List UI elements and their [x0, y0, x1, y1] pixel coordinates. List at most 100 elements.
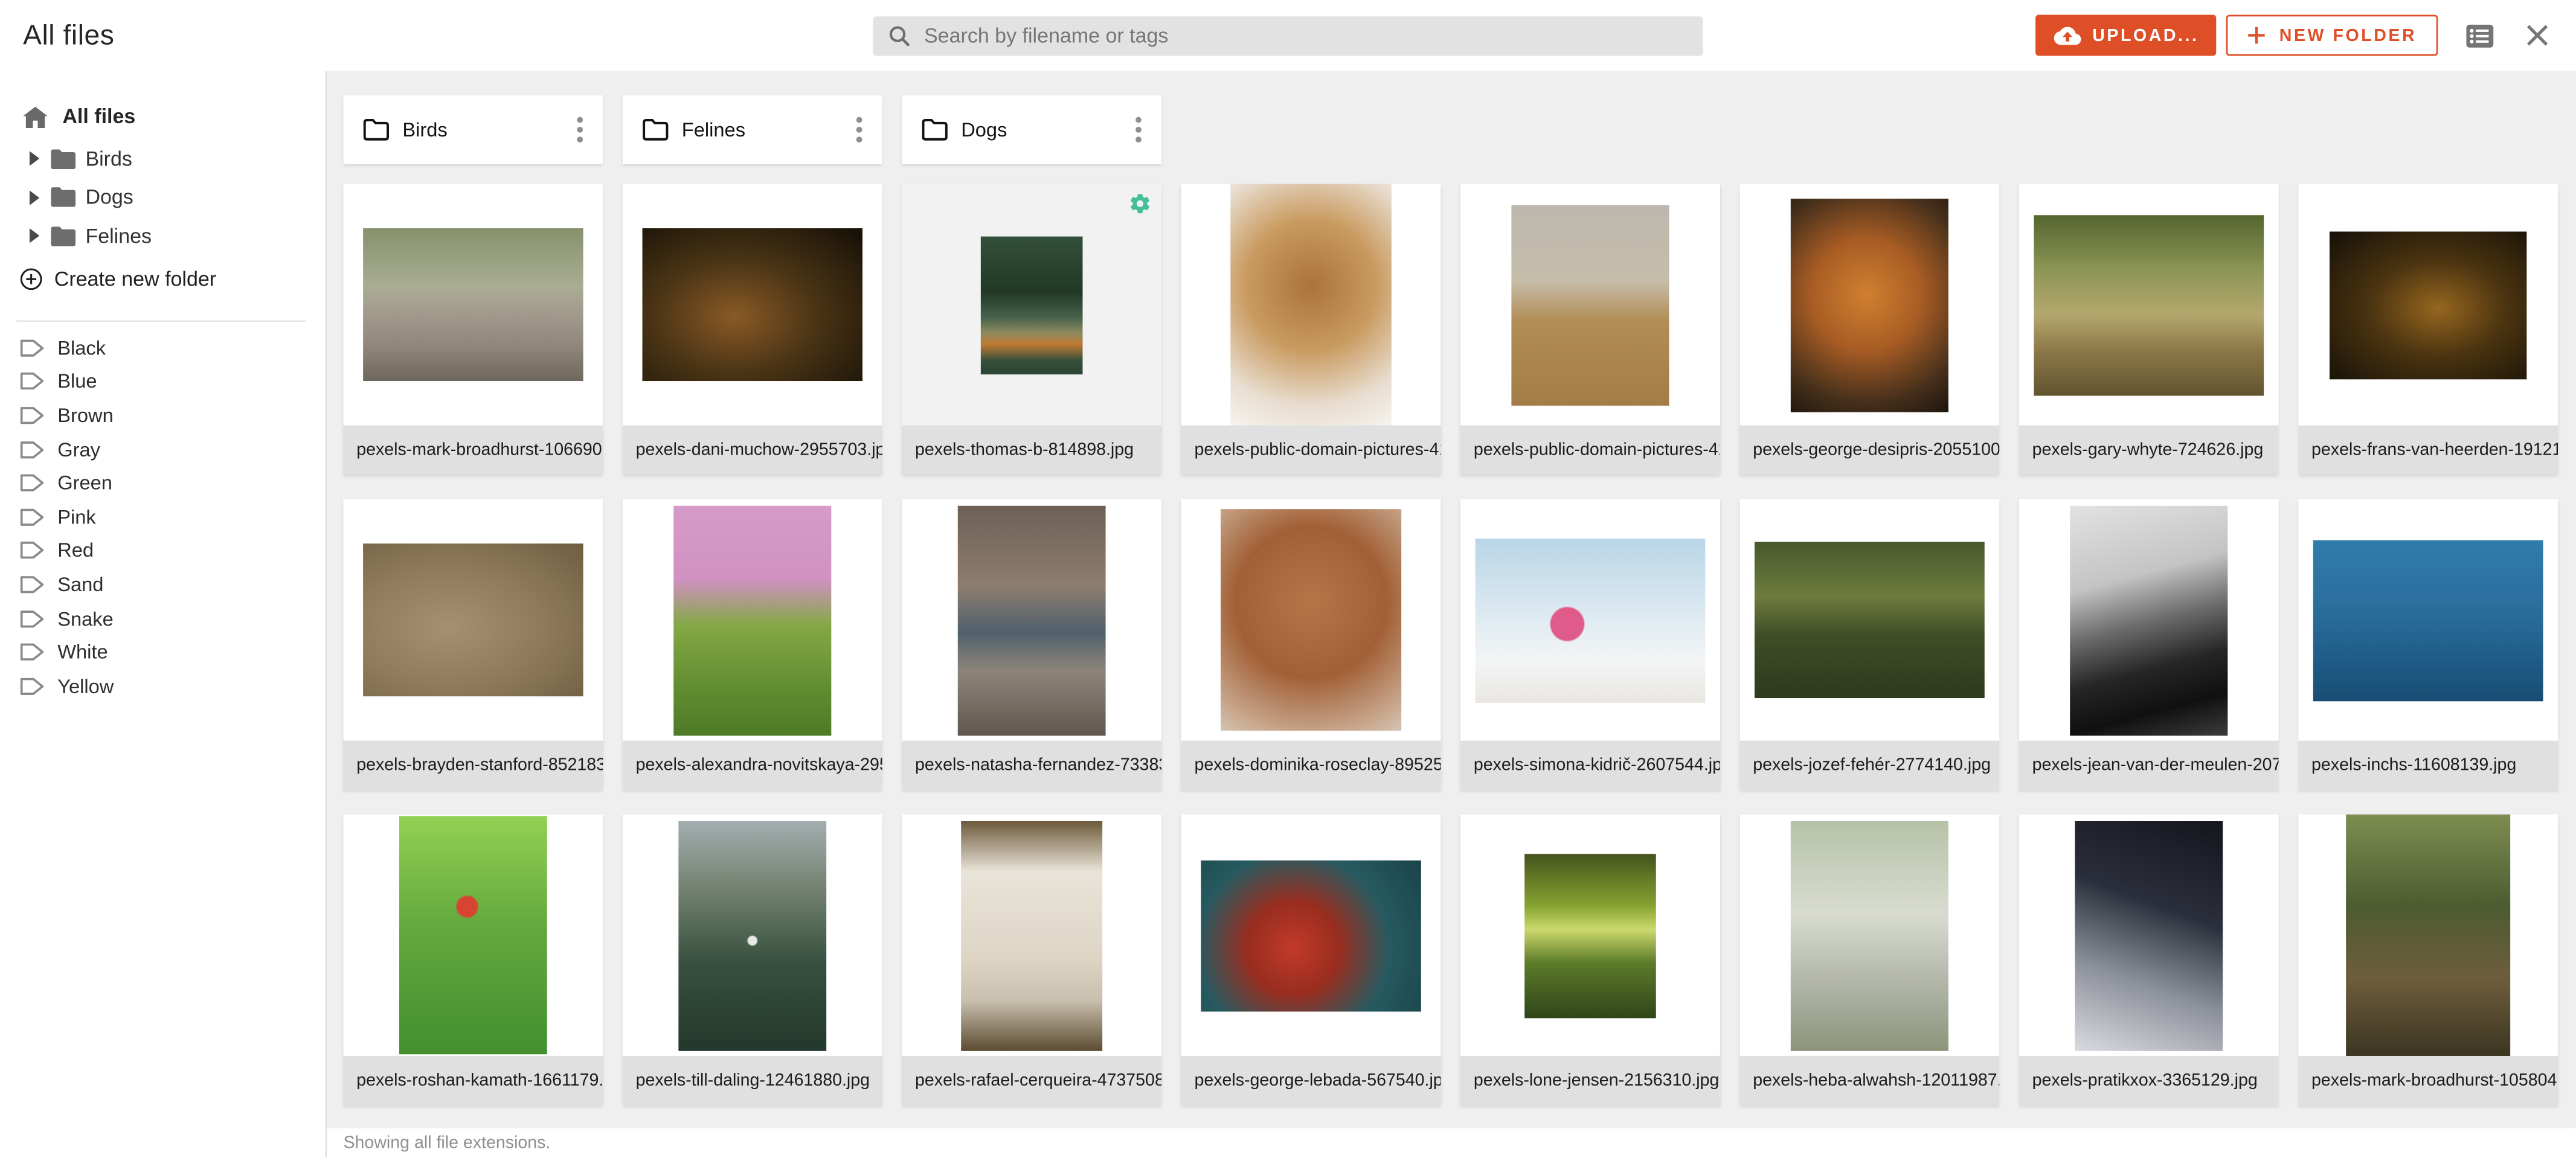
file-thumbnail-area: [902, 814, 1161, 1056]
file-thumbnail: [643, 228, 862, 381]
file-name: pexels-brayden-stanford-8521834....: [356, 741, 589, 790]
file-card[interactable]: pexels-dominika-roseclay-895259....: [1181, 499, 1441, 790]
tag-icon: [20, 676, 45, 696]
chevron-right-icon[interactable]: [30, 152, 39, 166]
file-card[interactable]: pexels-till-daling-12461880.jpg: [623, 814, 882, 1105]
folder-chip-label: Birds: [402, 118, 573, 141]
sidebar-folder-felines[interactable]: Felines: [0, 217, 326, 255]
folder-icon: [51, 149, 75, 169]
file-name: pexels-public-domain-pictures-41...: [1474, 425, 1707, 475]
file-card[interactable]: pexels-frans-van-heerden-191217...: [2298, 184, 2558, 475]
file-name: pexels-till-daling-12461880.jpg: [636, 1056, 869, 1105]
tag-label: Yellow: [57, 674, 114, 697]
upload-button[interactable]: UPLOAD...: [2035, 14, 2217, 56]
file-name-bar: pexels-thomas-b-814898.jpg: [902, 425, 1161, 475]
file-card[interactable]: pexels-jean-van-der-meulen-2078...: [2019, 499, 2279, 790]
file-thumbnail-area: [343, 184, 603, 426]
sidebar-tag-item[interactable]: White: [0, 635, 326, 669]
file-card[interactable]: pexels-alexandra-novitskaya-2951...: [623, 499, 882, 790]
search-bar[interactable]: [873, 16, 1703, 56]
file-card[interactable]: pexels-public-domain-pictures-41...: [1460, 184, 1720, 475]
kebab-menu-icon[interactable]: [1132, 114, 1145, 146]
file-card[interactable]: pexels-george-lebada-567540.jpg: [1181, 814, 1441, 1105]
file-card[interactable]: pexels-public-domain-pictures-41...: [1181, 184, 1441, 475]
sidebar-tag-item[interactable]: Black: [0, 331, 326, 365]
list-view-button[interactable]: [2466, 24, 2494, 46]
folder-label: Birds: [85, 147, 132, 170]
tag-icon: [20, 575, 45, 595]
sidebar-tag-item[interactable]: Brown: [0, 398, 326, 432]
file-manager-window: All files UPLOAD... NEW FOLDER: [0, 0, 2576, 1158]
file-card[interactable]: pexels-dani-muchow-2955703.jpg: [623, 184, 882, 475]
file-name: pexels-roshan-kamath-1661179.jpg: [356, 1056, 589, 1105]
sidebar-item-all-files[interactable]: All files: [0, 100, 326, 133]
file-card[interactable]: pexels-george-desipris-2055100.jpg: [1739, 184, 1999, 475]
file-card[interactable]: pexels-brayden-stanford-8521834....: [343, 499, 603, 790]
folder-chip-dogs[interactable]: Dogs: [902, 95, 1161, 164]
file-name: pexels-frans-van-heerden-191217...: [2311, 425, 2545, 475]
folder-chip-felines[interactable]: Felines: [623, 95, 882, 164]
new-folder-button[interactable]: NEW FOLDER: [2227, 14, 2438, 56]
sidebar-tag-item[interactable]: Pink: [0, 500, 326, 534]
file-thumbnail: [1476, 538, 1706, 702]
file-name: pexels-dominika-roseclay-895259....: [1194, 741, 1427, 790]
file-name: pexels-heba-alwahsh-12011987.jpg: [1753, 1056, 1986, 1105]
file-name-bar: pexels-public-domain-pictures-41...: [1181, 425, 1441, 475]
sidebar-tag-item[interactable]: Yellow: [0, 669, 326, 703]
file-card[interactable]: pexels-thomas-b-814898.jpg: [902, 184, 1161, 475]
file-thumbnail-area: [2298, 499, 2558, 741]
file-card[interactable]: pexels-gary-whyte-724626.jpg: [2019, 184, 2279, 475]
file-card[interactable]: pexels-roshan-kamath-1661179.jpg: [343, 814, 603, 1105]
file-card[interactable]: pexels-heba-alwahsh-12011987.jpg: [1739, 814, 1999, 1105]
folder-chip-birds[interactable]: Birds: [343, 95, 603, 164]
folder-chip-label: Dogs: [961, 118, 1132, 141]
file-card[interactable]: pexels-simona-kidrič-2607544.jpg: [1460, 499, 1720, 790]
file-name-bar: pexels-dani-muchow-2955703.jpg: [623, 425, 882, 475]
file-thumbnail: [961, 821, 1102, 1051]
chevron-right-icon[interactable]: [30, 229, 39, 243]
file-card[interactable]: pexels-rafael-cerqueira-4737508.jpg: [902, 814, 1161, 1105]
file-name-bar: pexels-dominika-roseclay-895259....: [1181, 741, 1441, 790]
file-thumbnail-area: [343, 814, 603, 1056]
sidebar: All files Birds Dogs Felines: [0, 71, 327, 1158]
create-new-folder-button[interactable]: Create new folder: [0, 260, 326, 296]
file-thumbnail-area: [623, 814, 882, 1056]
file-card[interactable]: pexels-natasha-fernandez-733835...: [902, 499, 1161, 790]
sidebar-folder-dogs[interactable]: Dogs: [0, 178, 326, 217]
sidebar-tag-item[interactable]: Sand: [0, 568, 326, 601]
sidebar-tag-item[interactable]: Blue: [0, 365, 326, 398]
file-card[interactable]: pexels-lone-jensen-2156310.jpg: [1460, 814, 1720, 1105]
file-thumbnail: [1201, 860, 1421, 1011]
status-bar: Showing all file extensions.: [327, 1128, 2576, 1158]
folder-label: Felines: [85, 225, 152, 248]
file-thumbnail-area: [623, 499, 882, 741]
file-thumbnail-area: [1739, 499, 1999, 741]
kebab-menu-icon[interactable]: [573, 114, 586, 146]
tag-label: Red: [57, 539, 94, 562]
folder-icon: [51, 188, 75, 208]
file-thumbnail: [1230, 184, 1392, 426]
file-card[interactable]: pexels-jozef-fehér-2774140.jpg: [1739, 499, 1999, 790]
tag-icon: [20, 507, 45, 527]
file-card[interactable]: pexels-mark-broadhurst-106690.jpg: [343, 184, 603, 475]
search-input[interactable]: [911, 25, 1703, 48]
plus-circle-icon: [20, 267, 43, 290]
sidebar-tag-item[interactable]: Red: [0, 534, 326, 568]
file-card[interactable]: pexels-mark-broadhurst-105804.jpg: [2298, 814, 2558, 1105]
folder-outline-icon: [363, 118, 390, 141]
file-card[interactable]: pexels-pratikxox-3365129.jpg: [2019, 814, 2279, 1105]
sidebar-folder-birds[interactable]: Birds: [0, 139, 326, 178]
sidebar-tag-item[interactable]: Snake: [0, 601, 326, 635]
chevron-right-icon[interactable]: [30, 190, 39, 205]
file-thumbnail: [2346, 814, 2510, 1056]
file-name: pexels-simona-kidrič-2607544.jpg: [1474, 741, 1707, 790]
sidebar-all-files-label: All files: [62, 105, 135, 128]
kebab-menu-icon[interactable]: [853, 114, 866, 146]
file-thumbnail-area: [1181, 499, 1441, 741]
file-name-bar: pexels-mark-broadhurst-105804.jpg: [2298, 1056, 2558, 1105]
file-thumbnail: [1511, 205, 1669, 405]
file-card[interactable]: pexels-inchs-11608139.jpg: [2298, 499, 2558, 790]
sidebar-tag-item[interactable]: Green: [0, 466, 326, 500]
sidebar-tag-item[interactable]: Gray: [0, 432, 326, 466]
close-button[interactable]: [2525, 23, 2550, 48]
